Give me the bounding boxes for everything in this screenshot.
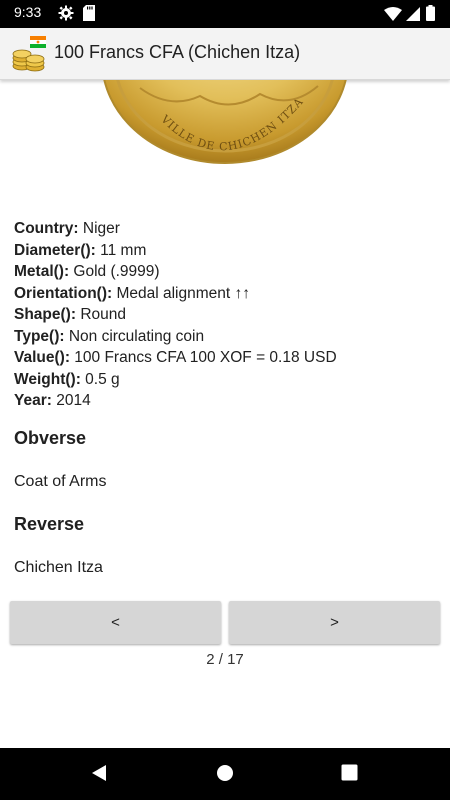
obverse-heading: Obverse: [14, 428, 87, 448]
detail-value: Niger: [82, 220, 120, 237]
detail-key: Value():: [14, 349, 70, 366]
detail-row: Shape(): Round: [14, 304, 439, 326]
detail-key: Diameter():: [14, 241, 96, 259]
status-time: 9:33: [14, 4, 42, 20]
detail-row: Orientation(): Medal alignment ↑↑: [14, 283, 439, 305]
battery-icon: [426, 5, 435, 25]
detail-value: 11 mm: [100, 241, 147, 259]
detail-key: Shape():: [14, 306, 76, 323]
detail-key: Weight():: [14, 370, 81, 388]
detail-row: Year: 2014: [14, 390, 439, 412]
recents-icon[interactable]: [341, 764, 358, 785]
system-nav-bar: [0, 748, 450, 800]
previous-button[interactable]: <: [10, 601, 221, 644]
sd-card-icon: [83, 5, 95, 25]
detail-row: Value(): 100 Francs CFA 100 XOF = 0.18 U…: [14, 347, 439, 369]
next-button[interactable]: >: [229, 601, 440, 644]
detail-value: 100 Francs CFA 100 XOF = 0.18 USD: [74, 349, 337, 366]
detail-value: Gold (.9999): [73, 263, 160, 280]
reverse-heading: Reverse: [14, 514, 85, 534]
detail-row: Metal(): Gold (.9999): [14, 261, 439, 283]
detail-value: Non circulating coin: [68, 327, 205, 345]
page-title: 100 Francs CFA (Chichen Itza): [54, 42, 301, 62]
back-icon[interactable]: [90, 764, 108, 786]
detail-row: Weight(): 0.5 g: [14, 369, 439, 391]
detail-row: Country: Niger: [14, 218, 439, 240]
wifi-icon: [384, 6, 402, 25]
detail-key: Type():: [14, 327, 65, 345]
detail-value: 2014: [56, 392, 91, 409]
obverse-description: Coat of Arms: [14, 473, 107, 490]
app-bar: 100 Francs CFA (Chichen Itza): [0, 28, 450, 80]
detail-key: Metal():: [14, 263, 70, 280]
detail-value: Medal alignment ↑↑: [116, 284, 251, 302]
status-bar: 9:33: [0, 0, 450, 28]
detail-value: Round: [80, 306, 126, 323]
detail-value: 0.5 g: [85, 370, 120, 388]
reverse-description: Chichen Itza: [14, 559, 103, 576]
detail-key: Orientation():: [14, 284, 113, 302]
settings-gear-icon: [58, 5, 74, 25]
detail-key: Country:: [14, 220, 79, 237]
cell-signal-icon: [406, 6, 420, 25]
detail-key: Year:: [14, 392, 52, 409]
page-indicator: 2 / 17: [206, 651, 244, 668]
coins-flag-logo-icon: [12, 36, 46, 72]
detail-row: Diameter(): 11 mm: [14, 240, 439, 262]
detail-row: Type(): Non circulating coin: [14, 326, 439, 348]
home-icon[interactable]: [216, 764, 234, 786]
coin-details: Country: Niger Diameter(): 11 mm Metal(): …: [14, 218, 439, 412]
coin-image: VILLE DE CHICHEN ITZA: [0, 80, 450, 190]
